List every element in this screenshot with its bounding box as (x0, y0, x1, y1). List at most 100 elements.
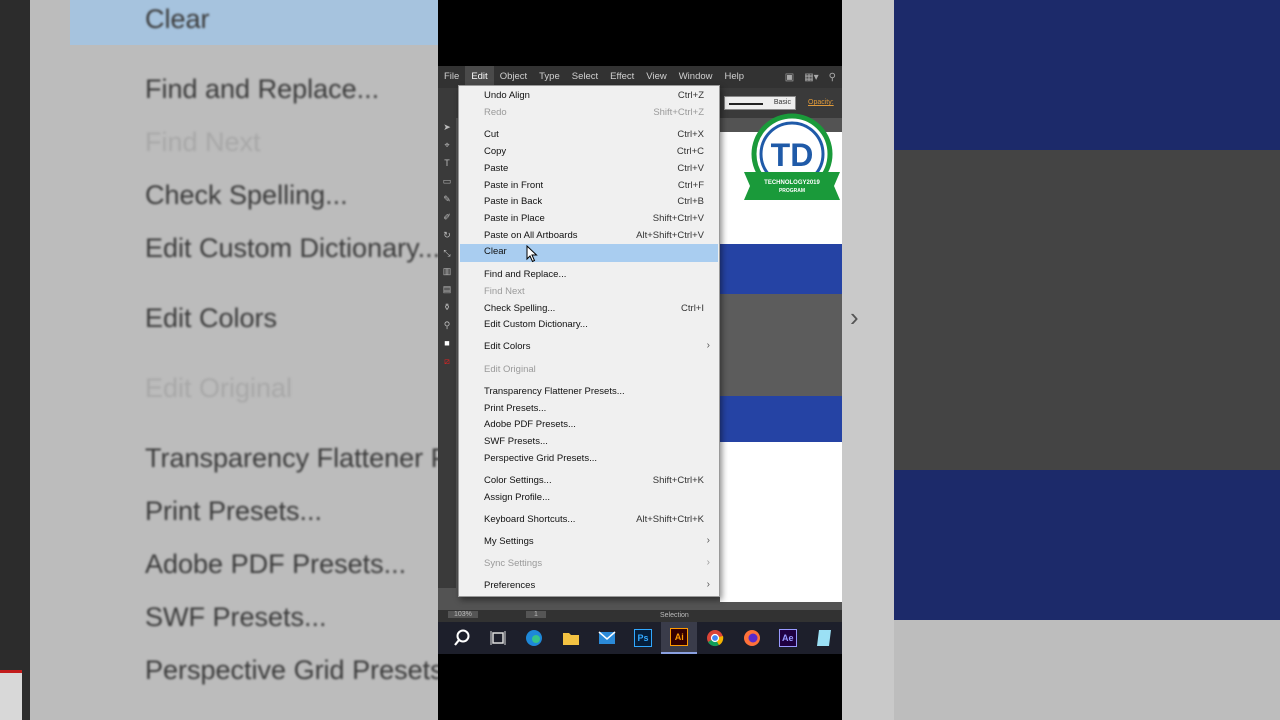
gray-shape[interactable] (720, 294, 842, 396)
edge-icon[interactable] (516, 622, 552, 654)
menu-item-copy[interactable]: Copy Ctrl+C (460, 144, 718, 160)
menu-item-paste[interactable]: Paste Ctrl+V (460, 161, 718, 177)
type-tool-icon[interactable]: T (438, 154, 456, 172)
mouse-cursor-icon (526, 245, 538, 263)
after-effects-icon[interactable]: Ae (770, 622, 806, 654)
workspace-icon[interactable]: ▦▾ (804, 72, 818, 83)
menu-item-label: Paste (484, 163, 509, 174)
direct-selection-tool-icon[interactable]: ⌖ (438, 136, 456, 154)
windows-taskbar: Ps Ai Ae (438, 622, 842, 654)
menu-item-paste-in-front[interactable]: Paste in Front Ctrl+F (460, 178, 718, 194)
menu-item-shortcut: Ctrl+X (677, 129, 704, 140)
blue-shape[interactable] (720, 244, 842, 294)
background-menu-item: Adobe PDF Presets... (145, 549, 407, 579)
chevron-right-icon: › (706, 557, 710, 568)
menu-item-find-and-replace[interactable]: Find and Replace... (460, 267, 718, 283)
menu-item-shortcut: Ctrl+V (677, 163, 704, 174)
scale-tool-icon[interactable]: ⤡ (438, 244, 456, 262)
background-zoom-right: › (842, 0, 1280, 720)
menu-item-undo-align[interactable]: Undo Align Ctrl+Z (460, 88, 718, 104)
menu-item-swf-presets[interactable]: SWF Presets... (460, 434, 718, 450)
menu-item-shortcut: Ctrl+B (677, 196, 704, 207)
file-explorer-icon[interactable] (553, 622, 589, 654)
menu-item-keyboard-shortcuts[interactable]: Keyboard Shortcuts... Alt+Shift+Ctrl+K (460, 512, 718, 528)
menu-item-edit-colors[interactable]: Edit Colors › (460, 339, 718, 355)
pencil-tool-icon[interactable]: ✎ (438, 190, 456, 208)
menu-help[interactable]: Help (719, 66, 751, 88)
chrome-icon[interactable] (697, 622, 733, 654)
menu-item-perspective-grid-presets[interactable]: Perspective Grid Presets... (460, 451, 718, 467)
task-view-icon[interactable] (480, 622, 516, 654)
background-menu-item: Check Spelling... (145, 180, 348, 210)
menu-item-shortcut: Shift+Ctrl+Z (653, 107, 704, 118)
menu-item-label: Redo (484, 107, 507, 118)
rectangle-tool-icon[interactable]: ▭ (438, 172, 456, 190)
menu-item-sync-settings: Sync Settings › (460, 556, 718, 572)
menu-item-shortcut: Shift+Ctrl+K (652, 475, 704, 486)
menu-item-label: Find Next (484, 286, 525, 297)
menu-item-label: Check Spelling... (484, 303, 556, 314)
menu-item-paste-in-place[interactable]: Paste in Place Shift+Ctrl+V (460, 211, 718, 227)
notepad-icon[interactable] (806, 622, 842, 654)
menu-item-paste-on-all-artboards[interactable]: Paste on All Artboards Alt+Shift+Ctrl+V (460, 228, 718, 244)
menu-item-label: SWF Presets... (484, 436, 548, 447)
menu-item-check-spelling[interactable]: Check Spelling... Ctrl+I (460, 301, 718, 317)
menu-item-label: Cut (484, 129, 499, 140)
background-menu-item: Print Presets... (145, 496, 323, 526)
stroke-style-dropdown[interactable]: Basic (724, 96, 796, 110)
chevron-right-icon: › (706, 340, 710, 351)
menu-item-cut[interactable]: Cut Ctrl+X (460, 127, 718, 143)
brush-tool-icon[interactable]: ✐ (438, 208, 456, 226)
menu-item-label: Keyboard Shortcuts... (484, 514, 576, 525)
background-blue-band (894, 0, 1280, 150)
zoom-level[interactable]: 103% (448, 611, 478, 618)
menu-item-clear[interactable]: Clear (460, 244, 718, 262)
menu-item-assign-profile[interactable]: Assign Profile... (460, 490, 718, 506)
bridge-icon[interactable]: ▣ (785, 72, 794, 83)
menu-item-shortcut: Shift+Ctrl+V (652, 213, 704, 224)
menu-item-paste-in-back[interactable]: Paste in Back Ctrl+B (460, 194, 718, 210)
logo-text-line2: PROGRAM (779, 188, 805, 194)
menu-item-my-settings[interactable]: My Settings › (460, 534, 718, 550)
background-blue-band (894, 470, 1280, 620)
background-menu-item: Perspective Grid Presets... (145, 655, 438, 685)
background-menu-item: Transparency Flattener Presets... (145, 443, 438, 473)
rotate-tool-icon[interactable]: ↻ (438, 226, 456, 244)
channel-logo: TD TECHNOLOGY2019 PROGRAM (744, 113, 840, 200)
menu-item-edit-custom-dictionary[interactable]: Edit Custom Dictionary... (460, 317, 718, 333)
opacity-link[interactable]: Opacity: (808, 99, 834, 106)
menu-item-color-settings[interactable]: Color Settings... Shift+Ctrl+K (460, 473, 718, 489)
menu-item-transparency-flattener-presets[interactable]: Transparency Flattener Presets... (460, 384, 718, 400)
stroke-none-icon[interactable]: ⧄ (438, 352, 456, 370)
search-icon[interactable] (444, 622, 480, 654)
menu-item-label: Paste in Front (484, 180, 544, 191)
background-menu-item: Find Next (145, 127, 261, 157)
photoshop-icon[interactable]: Ps (625, 622, 661, 654)
selection-tool-icon[interactable]: ➤ (438, 118, 456, 136)
menu-item-adobe-pdf-presets[interactable]: Adobe PDF Presets... (460, 417, 718, 433)
illustrator-icon[interactable]: Ai (661, 622, 698, 654)
fill-color-icon[interactable]: ■ (438, 334, 456, 352)
edit-menu-dropdown: Undo Align Ctrl+Z Redo Shift+Ctrl+Z Cut Ctr… (458, 85, 720, 597)
chevron-right-icon: › (850, 302, 859, 332)
zoom-tool-icon[interactable]: ⚲ (438, 316, 456, 334)
menu-item-print-presets[interactable]: Print Presets... (460, 401, 718, 417)
menu-item-preferences[interactable]: Preferences › (460, 578, 718, 594)
firefox-icon[interactable] (734, 622, 770, 654)
menu-item-shortcut: Ctrl+C (676, 146, 704, 157)
gradient-tool-icon[interactable]: ▤ (438, 280, 456, 298)
eyedropper-tool-icon[interactable]: ⚱ (438, 298, 456, 316)
menu-item-label: Find and Replace... (484, 269, 567, 280)
status-bar: 103% 1 Selection (438, 610, 842, 622)
menu-item-label: My Settings (484, 536, 534, 547)
blue-shape[interactable] (720, 396, 842, 442)
background-color-swatch (0, 670, 22, 720)
mail-icon[interactable] (589, 622, 625, 654)
artboard-number[interactable]: 1 (526, 611, 546, 618)
graph-tool-icon[interactable]: ▥ (438, 262, 456, 280)
menu-item-label: Edit Original (484, 364, 536, 375)
menu-item-find-next: Find Next (460, 284, 718, 300)
search-icon[interactable]: ⚲ (829, 72, 836, 83)
background-menu-item: Find and Replace... (145, 74, 380, 104)
menu-item-label: Undo Align (484, 90, 530, 101)
